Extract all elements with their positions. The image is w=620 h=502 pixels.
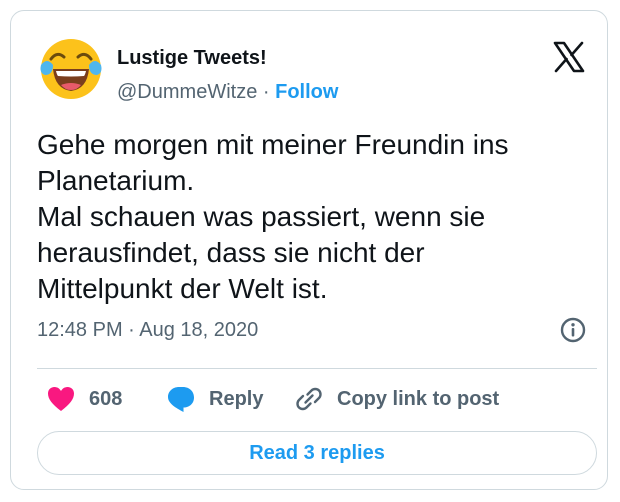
author-name[interactable]: Lustige Tweets! xyxy=(117,47,267,70)
tweet-card: Lustige Tweets! @DummeWitze · Follow Geh… xyxy=(10,10,608,490)
follow-button[interactable]: Follow xyxy=(275,81,338,103)
avatar[interactable] xyxy=(37,35,105,103)
tweet-line: herausfindet, dass sie nicht der xyxy=(37,237,425,268)
read-replies-button[interactable]: Read 3 replies xyxy=(37,431,597,475)
info-icon[interactable] xyxy=(559,316,587,344)
heart-icon xyxy=(48,387,74,411)
author-handle[interactable]: @DummeWitze xyxy=(117,81,257,103)
reply-label: Reply xyxy=(209,387,264,410)
copy-link-label: Copy link to post xyxy=(337,387,500,410)
tweet-line: Gehe morgen mit meiner Freundin ins xyxy=(37,129,509,160)
reply-button[interactable]: Reply xyxy=(167,383,263,415)
tweet-text: Gehe morgen mit meiner Freundin ins Plan… xyxy=(37,127,597,307)
separator-dot: · xyxy=(262,81,270,103)
like-button[interactable]: 608 xyxy=(47,383,122,415)
tweet-line: Mal schauen was passiert, wenn sie xyxy=(37,201,486,232)
read-replies-label: Read 3 replies xyxy=(249,441,385,464)
link-icon xyxy=(296,387,322,411)
copy-link-button[interactable]: Copy link to post xyxy=(295,383,499,415)
author-handle-row: @DummeWitze · Follow xyxy=(117,81,338,104)
x-logo-icon[interactable] xyxy=(553,41,585,73)
like-count: 608 xyxy=(89,387,123,410)
tweet-line: Mittelpunkt der Welt ist. xyxy=(37,273,328,304)
tweet-timestamp[interactable]: 12:48 PM · Aug 18, 2020 xyxy=(37,319,258,342)
divider xyxy=(37,368,597,369)
tweet-line: Planetarium. xyxy=(37,165,195,196)
speech-bubble-icon xyxy=(168,387,194,412)
